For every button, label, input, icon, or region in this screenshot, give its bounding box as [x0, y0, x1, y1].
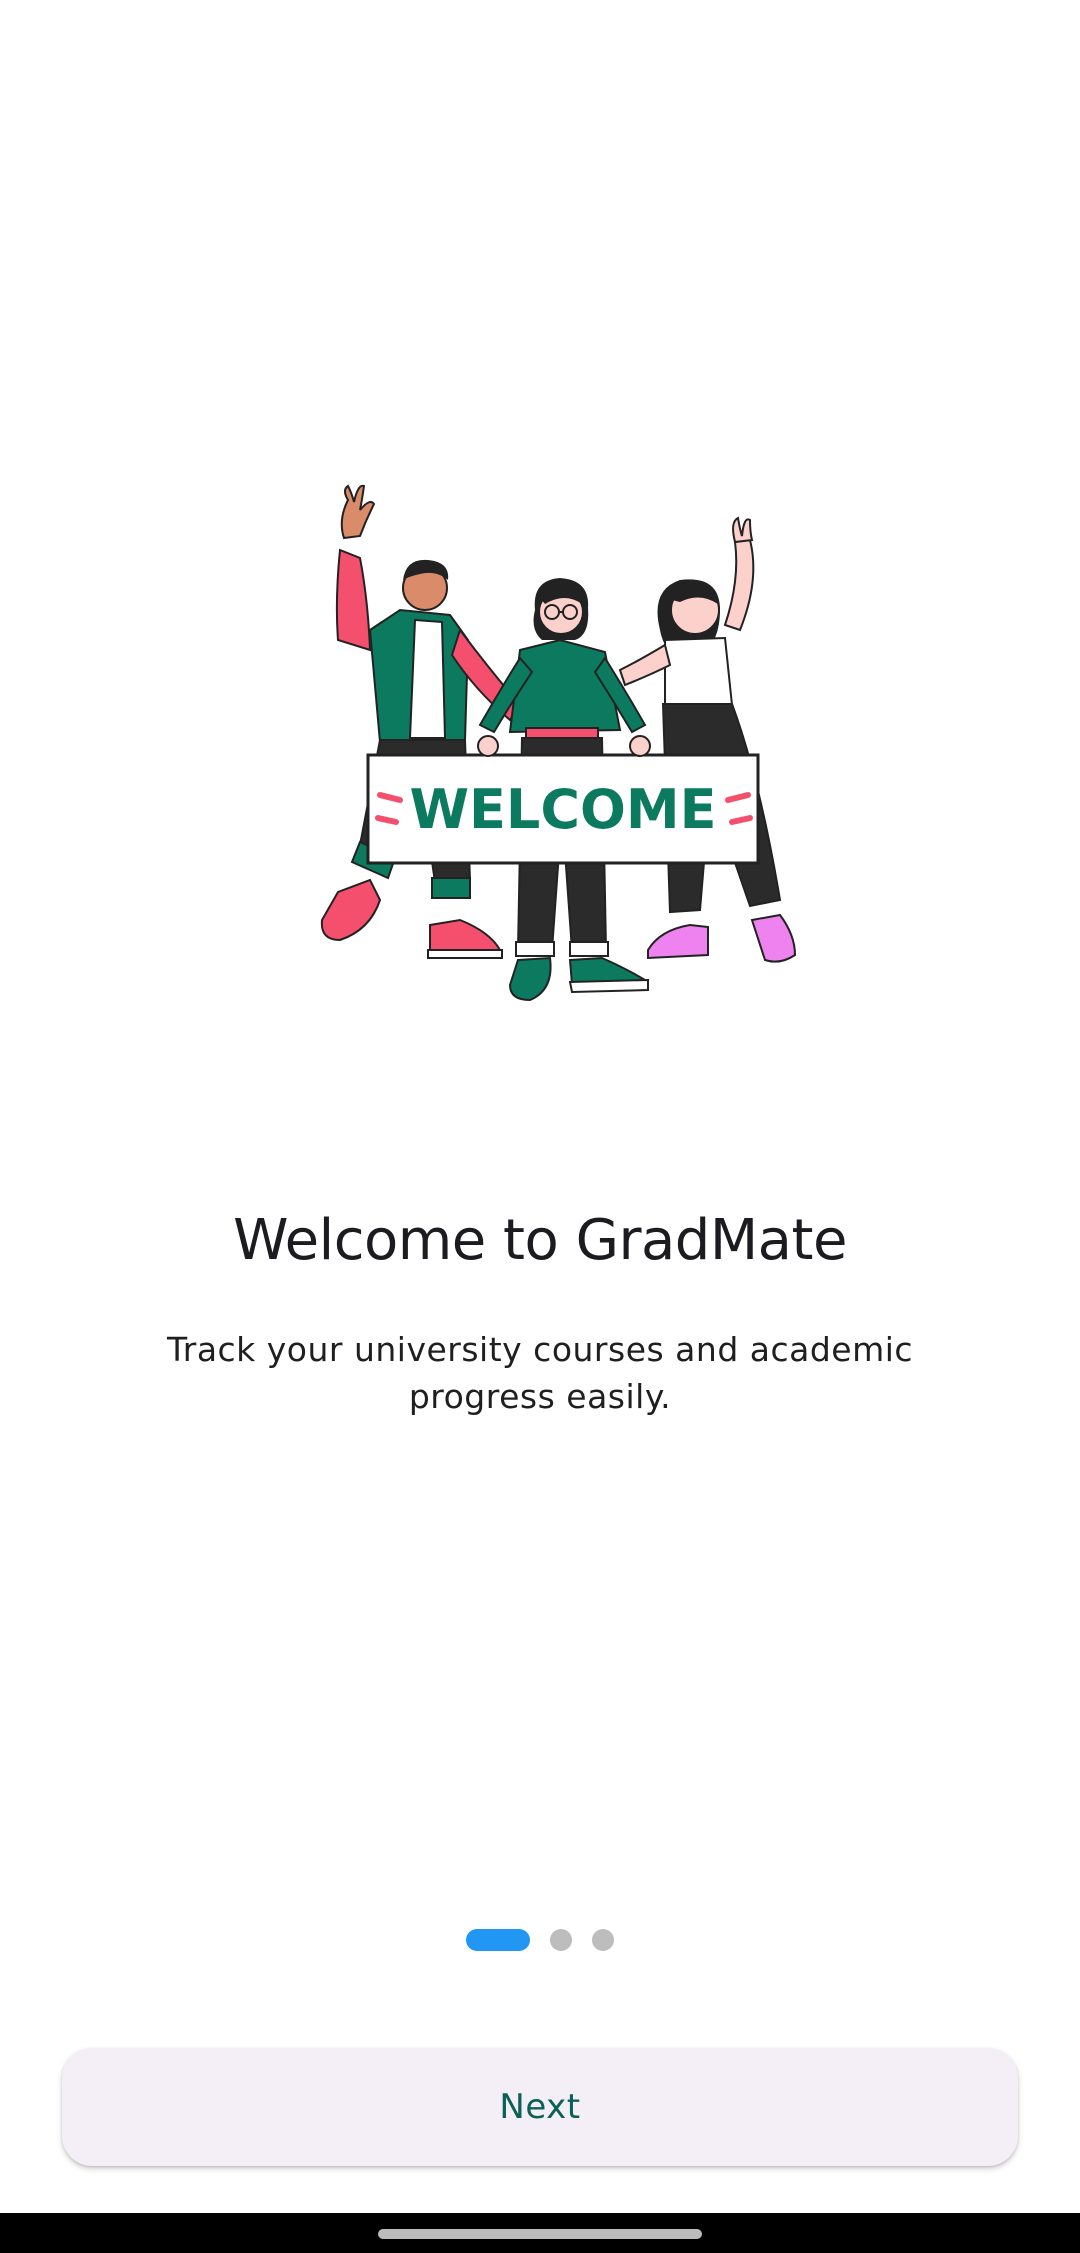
system-navigation-bar — [0, 2213, 1080, 2253]
welcome-banner-text: WELCOME — [409, 778, 716, 841]
page-indicator-dot-active[interactable] — [466, 1929, 530, 1951]
page-subtitle: Track your university courses and academ… — [166, 1330, 914, 1416]
page-title: Welcome to GradMate — [233, 1208, 847, 1273]
page-indicator-dot[interactable] — [592, 1929, 614, 1951]
welcome-illustration: WELCOME — [220, 480, 860, 1040]
page-indicator — [0, 1929, 1080, 1951]
page-indicator-dot[interactable] — [550, 1929, 572, 1951]
home-gesture-handle[interactable] — [378, 2229, 702, 2239]
next-button[interactable]: Next — [62, 2048, 1018, 2166]
